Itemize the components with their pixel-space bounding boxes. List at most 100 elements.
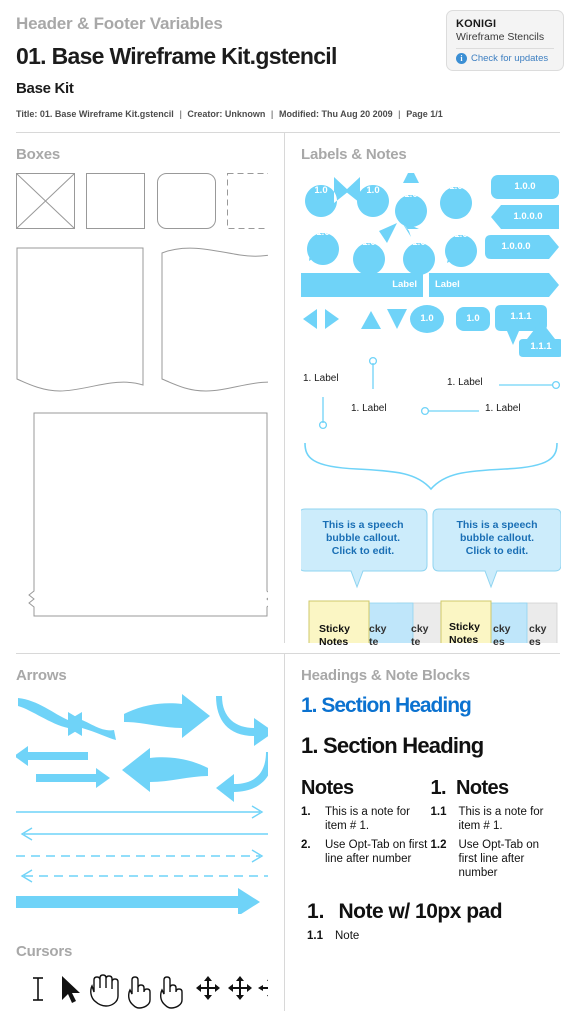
sticky-line-2: Notes <box>319 636 349 648</box>
labels-notes-column: Labels & Notes 1.0 1.0 1.0 1.0 1.0 1.0 1… <box>284 133 561 648</box>
crosshair-cursor-icon[interactable] <box>258 976 268 1000</box>
section-title-cursors: Cursors <box>16 943 73 960</box>
leader-dot-c <box>551 380 561 390</box>
black-section-heading: 1. Section Heading <box>301 733 484 758</box>
notes-title: Notes <box>301 777 354 799</box>
note-text: This is a note for item # 1. <box>458 806 544 832</box>
curly-brace-down <box>304 442 558 491</box>
note-number: 2. <box>301 839 311 851</box>
sticky-note-label-partial: cky es <box>493 623 511 649</box>
sticky-line-1: Sticky <box>319 623 350 635</box>
note-item: 2. Use Opt-Tab on first line after numbe… <box>301 838 431 866</box>
arrows-column: Arrows Cursors <box>14 654 284 1011</box>
padded-note-heading: 1. Note w/ 10px pad <box>301 900 560 924</box>
triangle-down <box>387 309 407 329</box>
arrow-cursor-icon[interactable] <box>62 976 80 1003</box>
note-number: 1.2 <box>430 839 447 851</box>
meta-modified: Modified: Thu Aug 20 2009 <box>278 109 393 119</box>
triangle-right <box>325 309 339 329</box>
note-text: This is a note for item # 1. <box>325 806 411 832</box>
open-hand-cursor-icon[interactable] <box>90 974 119 1007</box>
speech-line: bubble callout. <box>459 532 535 544</box>
note-text: Use Opt-Tab on first line after number <box>325 839 428 865</box>
note-item: 1.2 Use Opt-Tab on first line after numb… <box>431 838 561 880</box>
padded-note-number: 1. <box>307 900 325 923</box>
text-beam-cursor-icon[interactable] <box>33 977 43 1001</box>
meta-separator: | <box>179 109 182 119</box>
speech-bubble-text-right: This is a speech bubble callout. Click t… <box>433 519 561 558</box>
padded-note-sub-number: 1.1 <box>307 930 323 942</box>
sticky-partial-b: te <box>369 636 379 648</box>
speech-line: This is a speech <box>456 519 538 531</box>
sticky-line-1: Sticky <box>449 621 480 633</box>
document-metadata: Title: 01. Base Wireframe Kit.gstencil |… <box>16 109 560 119</box>
section-title-headings: Headings & Note Blocks <box>301 667 470 684</box>
teardrop-down <box>440 187 473 219</box>
meta-separator: | <box>398 109 401 119</box>
note-text: Use Opt-Tab on first line after number <box>458 839 540 879</box>
info-icon: i <box>456 53 467 64</box>
meta-page: Page 1/1 <box>406 109 443 119</box>
move-cursor-icon[interactable] <box>196 976 220 1000</box>
notes-blocks-row: Notes 1. This is a note for item # 1. 2.… <box>301 777 560 880</box>
note-number: 1.1 <box>430 806 447 818</box>
labels-notes-canvas: 1.0 1.0 1.0 1.0 1.0 1.0 1.0 1.0 1.0.0 1.… <box>301 173 561 648</box>
pointing-hand-cursor-icon[interactable] <box>127 976 151 1009</box>
arrow-right-short <box>36 768 110 788</box>
konigi-tagline: Wireframe Stencils <box>456 31 545 43</box>
notes-title-prefix: 1. <box>430 777 447 799</box>
arrow-fat-right <box>124 694 210 738</box>
page-subtitle: Base Kit <box>16 80 74 97</box>
meta-creator: Creator: Unknown <box>187 109 266 119</box>
note-item: 1.1 This is a note for item # 1. <box>431 805 561 833</box>
section-title-labels-notes: Labels & Notes <box>301 146 407 163</box>
stencil-sheet: Header & Footer Variables 01. Base Wiref… <box>0 0 576 1011</box>
label-bar-right <box>429 273 559 297</box>
leader-label: 1. Label <box>447 377 483 388</box>
move-cursor-icon[interactable] <box>228 976 252 1000</box>
top-columns: Boxes Labels & Notes 1.0 1.0 1.0 1.0 1.0… <box>0 133 576 648</box>
pointing-hand-cursor-icon[interactable] <box>159 976 183 1009</box>
sticky-line-2: Notes <box>449 634 479 646</box>
teardrop-left <box>345 177 390 217</box>
section-title-boxes: Boxes <box>16 146 61 163</box>
teardrop-southwest <box>307 233 340 265</box>
box-rounded <box>157 173 216 229</box>
check-for-updates-link[interactable]: i Check for updates <box>456 53 554 64</box>
arrow-fat-left <box>122 748 208 792</box>
thick-arrow-right <box>16 888 260 916</box>
sticky-note-label-partial: cky te <box>369 623 387 649</box>
arrow-curve-down-right <box>216 696 274 746</box>
note-number: 1. <box>301 806 311 818</box>
konigi-badge: KONIGI Wireframe Stencils i Check for up… <box>446 10 564 71</box>
bottom-columns: Arrows Cursors Headings & Note Blocks 1.… <box>0 654 576 1011</box>
sticky-note-label-partial: cky te <box>411 623 429 649</box>
speech-line: Click to edit. <box>465 545 529 557</box>
sticky-partial-a: cky <box>529 623 547 635</box>
marker-oval <box>410 305 444 333</box>
sticky-note-label-partial: cky es <box>529 623 547 649</box>
marker-rounded <box>456 307 490 331</box>
box-plain <box>86 173 145 229</box>
arrows-shapes <box>14 694 274 950</box>
sticky-partial-b: te <box>411 636 421 648</box>
speech-line: bubble callout. <box>325 532 401 544</box>
labels-notes-shapes <box>301 173 561 643</box>
pill-point-left <box>491 205 559 229</box>
label-bar-left <box>301 273 423 297</box>
arrow-left-short <box>14 746 88 766</box>
check-for-updates-label: Check for updates <box>471 53 549 64</box>
box-wavy-bottom <box>16 247 144 392</box>
box-dashed <box>227 173 284 229</box>
teardrop-southwest-b <box>445 235 478 267</box>
teardrop-up <box>395 173 427 227</box>
padded-note-sub-text: Note <box>335 930 360 942</box>
notes-block-right: 1. Notes 1.1 This is a note for item # 1… <box>431 777 561 880</box>
sticky-partial-c: es <box>529 636 541 648</box>
leader-label: 1. Label <box>303 373 339 384</box>
speech-line: Click to edit. <box>331 545 395 557</box>
leader-dot-d <box>420 406 430 416</box>
cursor-icons <box>33 974 268 1009</box>
padded-note-title: Note w/ 10px pad <box>338 900 503 923</box>
notes-block-left: Notes 1. This is a note for item # 1. 2.… <box>301 777 431 880</box>
